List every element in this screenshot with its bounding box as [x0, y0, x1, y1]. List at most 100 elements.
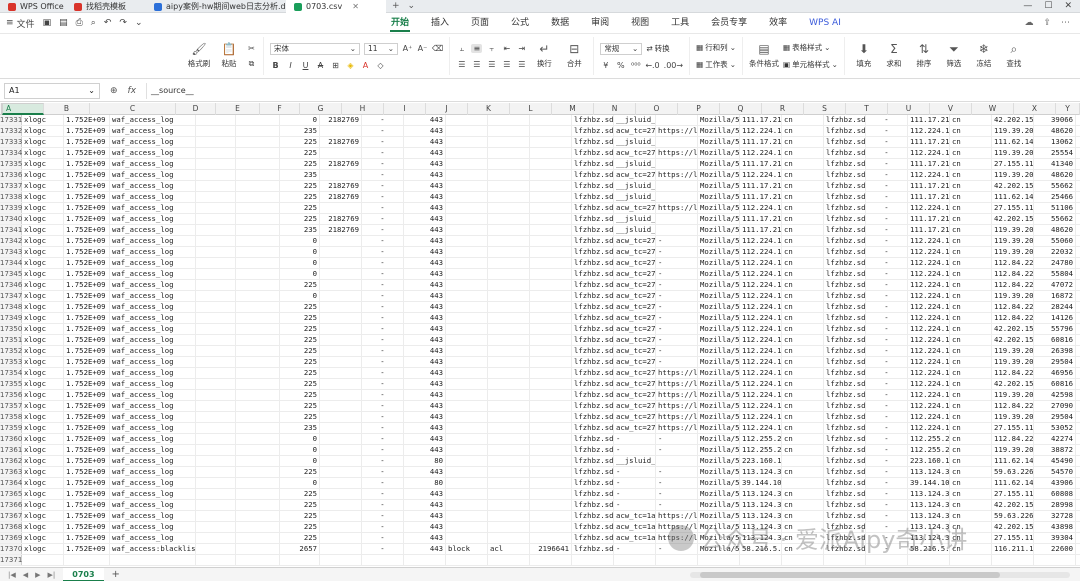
cell-u[interactable]: 58.216.5. [908, 544, 950, 554]
cell-y[interactable]: 8 [1076, 148, 1080, 158]
cell-p[interactable]: Mozilla/5. [698, 500, 740, 510]
cell-l[interactable] [530, 214, 572, 224]
decimal-decrease-icon[interactable]: .00→ [664, 61, 683, 70]
cell-w[interactable] [992, 555, 1034, 565]
cell-v[interactable]: cn [950, 423, 992, 433]
cell-j[interactable] [446, 412, 488, 422]
cell-y[interactable]: 9 [1076, 313, 1080, 323]
cell-v[interactable]: cn [950, 511, 992, 521]
cell-a[interactable]: xlogc [22, 357, 64, 367]
cell-k[interactable] [488, 522, 530, 532]
cell-x[interactable]: 48620 [1034, 126, 1076, 136]
horizontal-scrollbar[interactable] [690, 571, 1070, 578]
cell-u[interactable]: 112.224.16 [908, 379, 950, 389]
cell-i[interactable]: 443 [404, 269, 446, 279]
cell-g[interactable] [320, 533, 362, 543]
cell-d[interactable] [196, 291, 236, 301]
cell-b[interactable]: 1.752E+09 [64, 236, 110, 246]
sum-button[interactable]: Σ 求和 [881, 43, 907, 69]
cell-f[interactable]: 225 [280, 390, 320, 400]
cell-c[interactable]: waf_access_log [110, 148, 196, 158]
cell-w[interactable]: 27.155.113 [992, 533, 1034, 543]
cell-e[interactable] [236, 544, 280, 554]
cell-x[interactable]: 39066 [1034, 115, 1076, 125]
cell-i[interactable]: 443 [404, 192, 446, 202]
cell-q[interactable]: 112.224.16 [740, 423, 782, 433]
cell-m[interactable]: lfzhbz.sd. [572, 291, 614, 301]
cell-h[interactable]: - [362, 390, 404, 400]
cell-q[interactable]: 112.224.16 [740, 258, 782, 268]
worksheet-button[interactable]: ▦ 工作表 ⌄ [696, 59, 736, 70]
cell-e[interactable] [236, 280, 280, 290]
ribbon-tab[interactable]: 插入 [420, 13, 460, 34]
cell-r[interactable] [782, 478, 824, 488]
cell-b[interactable]: 1.752E+09 [64, 214, 110, 224]
cell-n[interactable]: acw_tc=276 [614, 170, 656, 180]
cell-p[interactable]: Mozilla/5. [698, 511, 740, 521]
cell-u[interactable]: 112.224.16 [908, 423, 950, 433]
cell-p[interactable]: Mozilla/5. [698, 236, 740, 246]
cell-r[interactable]: cn [782, 346, 824, 356]
cell-d[interactable] [196, 357, 236, 367]
cell-d[interactable] [196, 489, 236, 499]
cell-n[interactable]: __jsluid_:- [614, 456, 656, 466]
cell-q[interactable]: 111.17.213 [740, 159, 782, 169]
cell-c[interactable]: waf_access_log [110, 489, 196, 499]
cell-s[interactable] [824, 555, 866, 565]
cell-o[interactable]: - [656, 489, 698, 499]
cell-n[interactable]: acw_tc=276 [614, 258, 656, 268]
cell-p[interactable]: Mozilla/5. [698, 247, 740, 257]
cell-u[interactable]: 112.224.16 [908, 324, 950, 334]
cell-t[interactable]: - [866, 478, 908, 488]
cell-u[interactable]: 112.224.16 [908, 236, 950, 246]
cell-w[interactable]: 59.63.226. [992, 511, 1034, 521]
cell-c[interactable]: waf_access_log [110, 192, 196, 202]
cell-h[interactable]: - [362, 489, 404, 499]
row-header[interactable]: 17336 [0, 170, 22, 180]
row-header[interactable]: 17341 [0, 225, 22, 235]
cell-t[interactable]: - [866, 225, 908, 235]
redo-icon[interactable]: ↷ [119, 18, 127, 28]
cell-a[interactable]: xlogc [22, 533, 64, 543]
cell-m[interactable]: lfzhbz.sd. [572, 357, 614, 367]
cell-a[interactable]: xlogc [22, 126, 64, 136]
row-header[interactable]: 17363 [0, 467, 22, 477]
cell-r[interactable]: cn [782, 214, 824, 224]
cell-q[interactable]: 112.224.16 [740, 368, 782, 378]
cell-e[interactable] [236, 500, 280, 510]
cell-v[interactable]: cn [950, 247, 992, 257]
cell-d[interactable] [196, 159, 236, 169]
align-bottom-icon[interactable]: ⫟ [486, 44, 497, 54]
row-header[interactable]: 17356 [0, 390, 22, 400]
cell-j[interactable]: block [446, 544, 488, 554]
cell-s[interactable]: lfzhbz.sd. [824, 478, 866, 488]
cell-l[interactable] [530, 434, 572, 444]
cell-n[interactable]: acw_tc=276 [614, 401, 656, 411]
cell-p[interactable]: Mozilla/5. [698, 280, 740, 290]
currency-icon[interactable]: ¥ [600, 61, 611, 70]
cell-o[interactable]: - [656, 434, 698, 444]
cell-f[interactable]: 225 [280, 313, 320, 323]
cell-m[interactable]: lfzhbz.sd. [572, 511, 614, 521]
cell-e[interactable] [236, 390, 280, 400]
indent-increase-icon[interactable]: ⇥ [516, 44, 527, 53]
cell-q[interactable]: 112.224.16 [740, 379, 782, 389]
cell-j[interactable] [446, 313, 488, 323]
copy-icon[interactable]: ⧉ [246, 59, 257, 69]
cell-g[interactable]: 2182769 [320, 225, 362, 235]
cell-k[interactable] [488, 555, 530, 565]
cell-j[interactable] [446, 423, 488, 433]
cell-v[interactable]: cn [950, 390, 992, 400]
cell-e[interactable] [236, 423, 280, 433]
cell-p[interactable]: Mozilla/5. [698, 225, 740, 235]
cell-n[interactable]: acw_tc=276 [614, 269, 656, 279]
cell-b[interactable]: 1.752E+09 [64, 467, 110, 477]
cell-v[interactable]: cn [950, 214, 992, 224]
cell-v[interactable]: cn [950, 478, 992, 488]
cell-c[interactable] [110, 555, 196, 565]
cell-l[interactable] [530, 269, 572, 279]
cell-h[interactable]: - [362, 500, 404, 510]
cell-y[interactable]: 9 [1076, 489, 1080, 499]
cell-i[interactable]: 443 [404, 335, 446, 345]
row-header[interactable]: 17333 [0, 137, 22, 147]
